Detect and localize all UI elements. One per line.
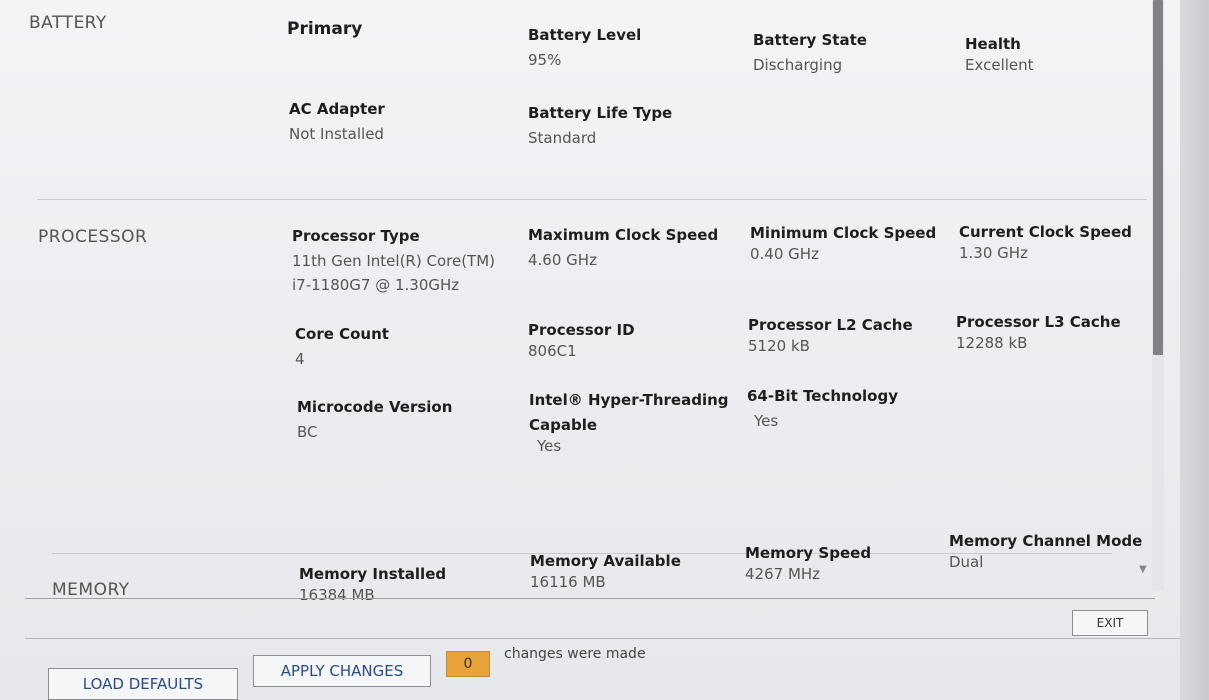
l3-cache: Processor L3 Cache 12288 kB bbox=[956, 313, 1121, 355]
battery-state-value: Discharging bbox=[753, 56, 843, 74]
footer-separator bbox=[25, 638, 1180, 639]
processor-id-label: Processor ID bbox=[528, 321, 635, 339]
64-bit-value: Yes bbox=[754, 412, 779, 430]
hyper-threading-value: Yes bbox=[537, 437, 562, 455]
exit-button[interactable]: EXIT bbox=[1072, 610, 1148, 636]
battery-health-value: Excellent bbox=[965, 56, 1034, 74]
scrollbar-thumb[interactable] bbox=[1153, 0, 1163, 355]
core-count-value: 4 bbox=[295, 350, 305, 368]
processor-type-value-2: i7-1180G7 @ 1.30GHz bbox=[292, 276, 460, 294]
microcode-label: Microcode Version bbox=[297, 398, 453, 416]
battery-primary-label: Primary bbox=[287, 19, 363, 39]
battery-state: Battery State Discharging bbox=[753, 31, 867, 77]
hyper-threading: Intel® Hyper-Threading Capable Yes bbox=[529, 391, 729, 458]
microcode-version: Microcode Version BC bbox=[297, 398, 452, 444]
memory-channel-value: Dual bbox=[949, 553, 984, 571]
max-clock-value: 4.60 GHz bbox=[528, 251, 597, 269]
l3-cache-value: 12288 kB bbox=[956, 334, 1028, 352]
memory-available-value: 16116 MB bbox=[530, 573, 606, 591]
memory-installed-label: Memory Installed bbox=[299, 565, 447, 583]
memory-available: Memory Available 16116 MB bbox=[530, 552, 681, 594]
processor-id: Processor ID 806C1 bbox=[528, 321, 635, 363]
battery-life-value: Standard bbox=[528, 129, 597, 147]
ac-adapter: AC Adapter Not Installed bbox=[289, 100, 385, 146]
ac-adapter-value: Not Installed bbox=[289, 125, 384, 143]
load-defaults-button[interactable]: LOAD DEFAULTS bbox=[48, 668, 238, 700]
battery-level-label: Battery Level bbox=[528, 26, 642, 44]
max-clock-speed: Maximum Clock Speed 4.60 GHz bbox=[528, 226, 718, 272]
battery-health-label: Health bbox=[965, 35, 1021, 53]
64-bit-technology: 64-Bit Technology Yes bbox=[747, 387, 898, 433]
memory-available-label: Memory Available bbox=[530, 552, 681, 570]
battery-life-label: Battery Life Type bbox=[528, 104, 673, 122]
l3-cache-label: Processor L3 Cache bbox=[956, 313, 1121, 331]
apply-changes-button[interactable]: APPLY CHANGES bbox=[253, 655, 431, 687]
section-battery-title: BATTERY bbox=[29, 13, 107, 33]
min-clock-speed: Minimum Clock Speed 0.40 GHz bbox=[750, 224, 936, 266]
changes-status-text: changes were made bbox=[504, 646, 646, 662]
l2-cache-value: 5120 kB bbox=[748, 337, 810, 355]
memory-channel-label: Memory Channel Mode bbox=[949, 532, 1143, 550]
min-clock-label: Minimum Clock Speed bbox=[750, 224, 937, 242]
battery-state-label: Battery State bbox=[753, 31, 867, 49]
battery-level-value: 95% bbox=[528, 51, 562, 69]
processor-type-value-1: 11th Gen Intel(R) Core(TM) bbox=[292, 252, 495, 270]
monitor-bezel bbox=[1180, 0, 1209, 700]
section-processor-title: PROCESSOR bbox=[38, 227, 148, 247]
battery-level: Battery Level 95% bbox=[528, 26, 641, 72]
l2-cache-label: Processor L2 Cache bbox=[748, 316, 913, 334]
core-count-label: Core Count bbox=[295, 325, 389, 343]
scroll-down-arrow-icon[interactable]: ▼ bbox=[1139, 564, 1147, 575]
max-clock-label: Maximum Clock Speed bbox=[528, 226, 719, 244]
processor-id-value: 806C1 bbox=[528, 342, 577, 360]
core-count: Core Count 4 bbox=[295, 325, 389, 371]
current-clock-speed: Current Clock Speed 1.30 GHz bbox=[959, 223, 1132, 265]
footer-divider bbox=[25, 598, 1155, 599]
memory-channel-mode: Memory Channel Mode Dual bbox=[949, 532, 1142, 574]
current-clock-value: 1.30 GHz bbox=[959, 244, 1028, 262]
hyper-threading-label-1: Intel® Hyper-Threading bbox=[529, 391, 729, 409]
memory-installed-value: 16384 MB bbox=[299, 586, 375, 604]
memory-installed: Memory Installed 16384 MB bbox=[299, 565, 446, 607]
hyper-threading-label-2: Capable bbox=[529, 416, 598, 434]
l2-cache: Processor L2 Cache 5120 kB bbox=[748, 316, 913, 358]
changes-count-badge: 0 bbox=[446, 651, 490, 677]
section-memory-title: MEMORY bbox=[52, 580, 130, 600]
microcode-value: BC bbox=[297, 423, 318, 441]
64-bit-label: 64-Bit Technology bbox=[747, 387, 898, 405]
current-clock-label: Current Clock Speed bbox=[959, 223, 1132, 241]
processor-type-label: Processor Type bbox=[292, 227, 420, 245]
processor-type: Processor Type 11th Gen Intel(R) Core(TM… bbox=[292, 227, 495, 297]
memory-speed: Memory Speed 4267 MHz bbox=[745, 544, 871, 586]
min-clock-value: 0.40 GHz bbox=[750, 245, 819, 263]
memory-speed-value: 4267 MHz bbox=[745, 565, 821, 583]
ac-adapter-label: AC Adapter bbox=[289, 100, 385, 118]
battery-life-type: Battery Life Type Standard bbox=[528, 104, 672, 150]
battery-primary: Primary bbox=[287, 19, 362, 39]
battery-health: Health Excellent bbox=[965, 35, 1034, 77]
battery-divider bbox=[37, 199, 1147, 200]
memory-speed-label: Memory Speed bbox=[745, 544, 872, 562]
